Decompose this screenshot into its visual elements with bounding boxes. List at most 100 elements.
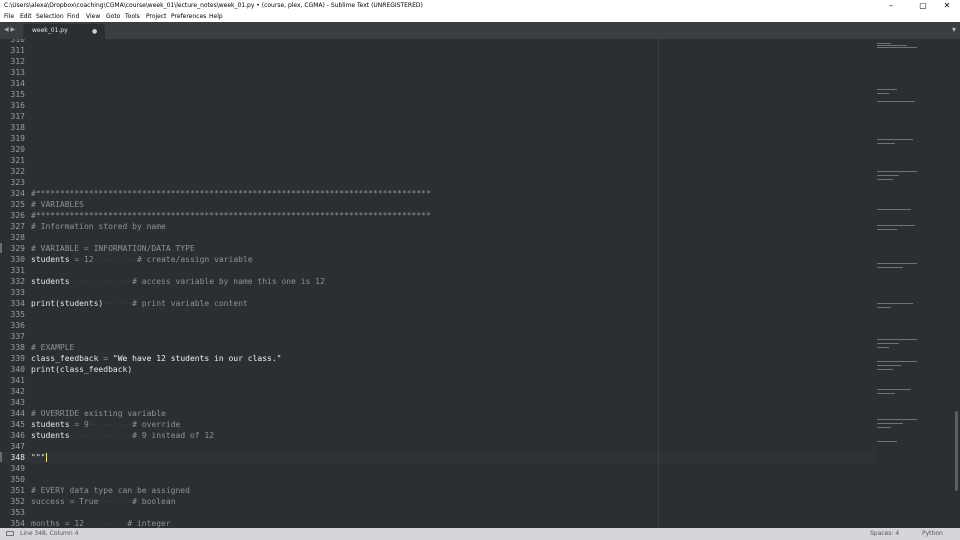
line-number: 347 (10, 442, 25, 451)
code-line[interactable]: 342 (0, 386, 875, 397)
code-line[interactable]: 313 (0, 67, 875, 78)
tab-bar: ◀ ▶ week_01.py ● ▾ (0, 22, 960, 39)
line-number: 317 (10, 112, 25, 121)
menu-selection[interactable]: Selection (36, 12, 64, 21)
code-line[interactable]: 353 (0, 507, 875, 518)
code-line[interactable]: 317 (0, 111, 875, 122)
code-line[interactable]: 329 # VARIABLE = INFORMATION/DATA TYPE (0, 243, 875, 254)
line-number: 336 (10, 321, 25, 330)
code-line[interactable]: 345 students = 9·········# override (0, 419, 875, 430)
code-line[interactable]: 331 (0, 265, 875, 276)
menu-project[interactable]: Project (146, 12, 167, 21)
menu-view[interactable]: View (86, 12, 100, 21)
code-line[interactable]: 330 students = 12·········# create/assign… (0, 254, 875, 265)
code-text: # EXAMPLE (31, 342, 74, 353)
code-line[interactable]: 315 (0, 89, 875, 100)
line-number: 322 (10, 167, 25, 176)
line-number: 333 (10, 288, 25, 297)
menu-edit[interactable]: Edit (20, 12, 32, 21)
code-line[interactable]: 316 (0, 100, 875, 111)
code-line[interactable]: 327 # Information stored by name (0, 221, 875, 232)
code-text: #***************************************… (31, 188, 431, 199)
code-line[interactable]: 325 # VARIABLES (0, 199, 875, 210)
code-line[interactable]: 340 print(class_feedback) (0, 364, 875, 375)
code-token: # EXAMPLE (31, 343, 75, 352)
code-line[interactable]: 350 (0, 474, 875, 485)
code-line[interactable]: 323 (0, 177, 875, 188)
code-line-current[interactable]: 348 """ (0, 452, 875, 463)
panel-toggle-icon[interactable] (6, 531, 14, 536)
menu-find[interactable]: Find (67, 12, 79, 21)
title-bar: C:\Users\alexa\Dropbox\coaching\CGMA\cou… (0, 0, 960, 11)
code-editor[interactable]: 310 311 312 313 314 315 316 317 318 319 320 321 322 3… (0, 39, 875, 528)
code-line[interactable]: 324 #************************************… (0, 188, 875, 199)
code-line[interactable]: 339 class_feedback = "We have 12 students… (0, 353, 875, 364)
line-number: 337 (10, 332, 25, 341)
indentation-setting[interactable]: Spaces: 4 (870, 530, 899, 538)
scrollbar-thumb[interactable] (955, 411, 958, 491)
minimap[interactable] (875, 39, 953, 528)
cursor-position[interactable]: Line 348, Column 4 (20, 530, 78, 538)
code-line[interactable]: 314 (0, 78, 875, 89)
code-line[interactable]: 332 students·············# access variabl… (0, 276, 875, 287)
code-text: print(students)······# print variable co… (31, 298, 248, 309)
code-token: 12 (83, 255, 94, 264)
code-line[interactable]: 311 (0, 45, 875, 56)
code-line[interactable]: 351 # EVERY data type can be assigned (0, 485, 875, 496)
code-line[interactable]: 354 months = 12·········# integer (0, 518, 875, 528)
close-button[interactable]: ✕ (936, 0, 958, 11)
tab-nav-arrows[interactable]: ◀ ▶ (4, 26, 15, 33)
minimize-button[interactable]: – (880, 0, 902, 11)
code-text: # EVERY data type can be assigned (31, 485, 190, 496)
code-line[interactable]: 328 (0, 232, 875, 243)
code-line[interactable]: 336 (0, 320, 875, 331)
code-line[interactable]: 320 (0, 144, 875, 155)
code-line[interactable]: 352 success = True·······# boolean (0, 496, 875, 507)
code-line[interactable]: 334 print(students)······# print variable… (0, 298, 875, 309)
minimap-line (877, 139, 913, 140)
code-line[interactable]: 318 (0, 122, 875, 133)
menu-bar: File Edit Selection Find View Goto Tools… (0, 11, 960, 22)
menu-tools[interactable]: Tools (125, 12, 140, 21)
code-line[interactable]: 326 #************************************… (0, 210, 875, 221)
whitespace-marker: ······· (98, 497, 133, 506)
code-text: months = 12·········# integer (31, 518, 171, 528)
scrollbar[interactable] (953, 39, 960, 528)
maximize-button[interactable]: ▢ (912, 0, 934, 11)
code-text: students = 9·········# override (31, 419, 180, 430)
tab-week-01[interactable]: week_01.py ● (23, 24, 105, 39)
code-line[interactable]: 338 # EXAMPLE (0, 342, 875, 353)
line-number: 350 (10, 475, 25, 484)
line-number: 341 (10, 376, 25, 385)
code-line[interactable]: 344 # OVERRIDE existing variable (0, 408, 875, 419)
code-line[interactable]: 321 (0, 155, 875, 166)
code-token: # create/assign variable (136, 255, 253, 264)
minimap-line (877, 303, 913, 304)
minimap-line (877, 361, 917, 362)
chevron-down-icon[interactable]: ▾ (952, 25, 956, 34)
menu-help[interactable]: Help (209, 12, 223, 21)
code-line[interactable]: 346 students·············# 9 instead of 1… (0, 430, 875, 441)
menu-goto[interactable]: Goto (106, 12, 120, 21)
code-line[interactable]: 335 (0, 309, 875, 320)
line-number: 313 (10, 68, 25, 77)
line-number: 329 (10, 244, 25, 253)
whitespace-marker: ········· (83, 519, 128, 528)
code-line[interactable]: 312 (0, 56, 875, 67)
code-line[interactable]: 322 (0, 166, 875, 177)
code-line[interactable]: 341 (0, 375, 875, 386)
gutter-modified-marker (0, 243, 2, 253)
code-line[interactable]: 337 (0, 331, 875, 342)
code-line[interactable]: 319 (0, 133, 875, 144)
menu-file[interactable]: File (4, 12, 14, 21)
menu-preferences[interactable]: Preferences (171, 12, 206, 21)
code-token: """ (31, 453, 46, 462)
code-line[interactable]: 349 (0, 463, 875, 474)
code-text: class_feedback = "We have 12 students in… (31, 353, 281, 364)
modified-indicator-icon[interactable]: ● (92, 28, 97, 35)
syntax-setting[interactable]: Python (922, 530, 943, 538)
minimap-line (877, 419, 917, 420)
code-line[interactable]: 343 (0, 397, 875, 408)
code-line[interactable]: 347 (0, 441, 875, 452)
code-line[interactable]: 333 (0, 287, 875, 298)
